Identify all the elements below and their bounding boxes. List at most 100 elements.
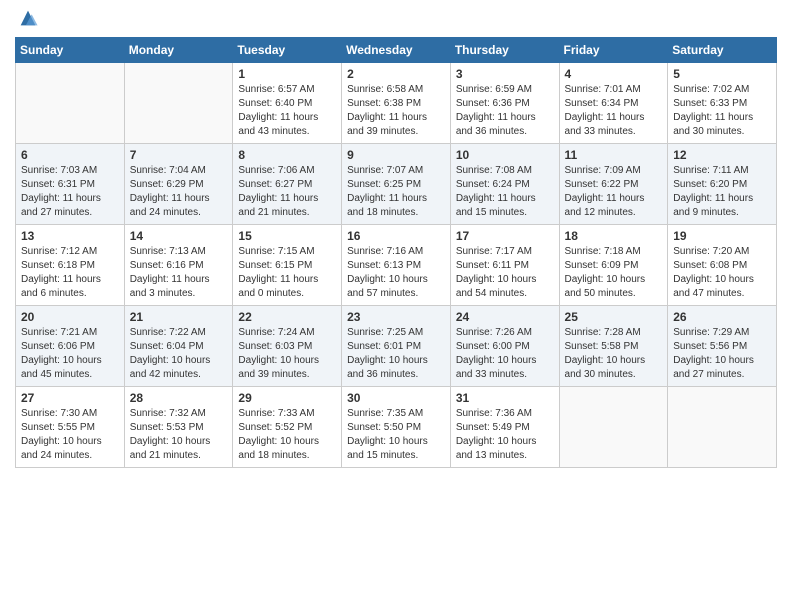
calendar-cell: 15Sunrise: 7:15 AMSunset: 6:15 PMDayligh… <box>233 225 342 306</box>
sunrise: Sunrise: 7:17 AM <box>456 246 532 257</box>
day-number: 13 <box>21 229 119 243</box>
day-number: 27 <box>21 391 119 405</box>
daylight-minutes: and 27 minutes. <box>21 207 92 218</box>
daylight-hours: Daylight: 11 hours <box>347 193 427 204</box>
sunrise: Sunrise: 7:12 AM <box>21 246 97 257</box>
day-number: 3 <box>456 67 554 81</box>
daylight-minutes: and 15 minutes. <box>456 207 527 218</box>
day-number: 9 <box>347 148 445 162</box>
day-number: 5 <box>673 67 771 81</box>
calendar-cell <box>124 63 233 144</box>
daylight-hours: Daylight: 11 hours <box>347 112 427 123</box>
daylight-minutes: and 15 minutes. <box>347 450 418 461</box>
daylight-hours: Daylight: 10 hours <box>130 436 211 447</box>
calendar-header-friday: Friday <box>559 38 668 63</box>
day-info: Sunrise: 7:01 AMSunset: 6:34 PMDaylight:… <box>565 83 663 139</box>
sunrise: Sunrise: 7:30 AM <box>21 408 97 419</box>
daylight-hours: Daylight: 11 hours <box>238 274 318 285</box>
day-number: 18 <box>565 229 663 243</box>
daylight-hours: Daylight: 10 hours <box>347 355 428 366</box>
day-info: Sunrise: 7:07 AMSunset: 6:25 PMDaylight:… <box>347 164 445 220</box>
day-info: Sunrise: 7:18 AMSunset: 6:09 PMDaylight:… <box>565 245 663 301</box>
daylight-minutes: and 54 minutes. <box>456 288 527 299</box>
calendar-cell: 27Sunrise: 7:30 AMSunset: 5:55 PMDayligh… <box>16 387 125 468</box>
day-info: Sunrise: 7:21 AMSunset: 6:06 PMDaylight:… <box>21 326 119 382</box>
day-info: Sunrise: 6:59 AMSunset: 6:36 PMDaylight:… <box>456 83 554 139</box>
sunset: Sunset: 5:49 PM <box>456 422 530 433</box>
sunrise: Sunrise: 7:20 AM <box>673 246 749 257</box>
calendar-week-row: 1Sunrise: 6:57 AMSunset: 6:40 PMDaylight… <box>16 63 777 144</box>
daylight-minutes: and 30 minutes. <box>673 126 744 137</box>
page-header <box>15 10 777 29</box>
calendar-cell: 30Sunrise: 7:35 AMSunset: 5:50 PMDayligh… <box>342 387 451 468</box>
day-info: Sunrise: 7:26 AMSunset: 6:00 PMDaylight:… <box>456 326 554 382</box>
sunset: Sunset: 6:24 PM <box>456 179 530 190</box>
day-number: 20 <box>21 310 119 324</box>
calendar-cell: 18 Sunrise: 7:18 AMSunset: 6:09 PMDayligh… <box>559 225 668 306</box>
daylight-hours: Daylight: 11 hours <box>456 112 536 123</box>
day-info: Sunrise: 7:04 AMSunset: 6:29 PMDaylight:… <box>130 164 228 220</box>
daylight-hours: Daylight: 11 hours <box>673 112 753 123</box>
calendar-cell: 22Sunrise: 7:24 AMSunset: 6:03 PMDayligh… <box>233 306 342 387</box>
day-info: Sunrise: 7:08 AMSunset: 6:24 PMDaylight:… <box>456 164 554 220</box>
day-number: 29 <box>238 391 336 405</box>
sunset: Sunset: 6:01 PM <box>347 341 421 352</box>
sunset: Sunset: 6:08 PM <box>673 260 747 271</box>
calendar-cell: 7 Sunrise: 7:04 AMSunset: 6:29 PMDaylight… <box>124 144 233 225</box>
day-info: Sunrise: 7:03 AMSunset: 6:31 PMDaylight:… <box>21 164 119 220</box>
calendar-cell: 28Sunrise: 7:32 AMSunset: 5:53 PMDayligh… <box>124 387 233 468</box>
daylight-minutes: and 42 minutes. <box>130 369 201 380</box>
calendar-header-tuesday: Tuesday <box>233 38 342 63</box>
calendar-cell <box>16 63 125 144</box>
daylight-hours: Daylight: 10 hours <box>673 274 754 285</box>
day-number: 2 <box>347 67 445 81</box>
calendar-week-row: 6Sunrise: 7:03 AMSunset: 6:31 PMDaylight… <box>16 144 777 225</box>
sunset: Sunset: 5:56 PM <box>673 341 747 352</box>
day-number: 17 <box>456 229 554 243</box>
calendar-cell: 17 Sunrise: 7:17 AM Sunset: 6:11 PM Dayligh… <box>450 225 559 306</box>
calendar-cell: 8Sunrise: 7:06 AMSunset: 6:27 PMDaylight… <box>233 144 342 225</box>
sunset: Sunset: 6:11 PM <box>456 260 529 271</box>
sunset: Sunset: 6:15 PM <box>238 260 312 271</box>
sunrise: Sunrise: 7:02 AM <box>673 84 749 95</box>
day-info: Sunrise: 7:16 AMSunset: 6:13 PMDaylight:… <box>347 245 445 301</box>
day-info: Sunrise: 7:20 AM Sunset: 6:08 PM Daylight:… <box>673 245 771 301</box>
calendar-cell: 3 Sunrise: 6:59 AMSunset: 6:36 PMDaylight… <box>450 63 559 144</box>
calendar-cell: 19 Sunrise: 7:20 AM Sunset: 6:08 PM Dayligh… <box>668 225 777 306</box>
day-number: 7 <box>130 148 228 162</box>
sunset: Sunset: 6:22 PM <box>565 179 639 190</box>
calendar-cell: 31Sunrise: 7:36 AMSunset: 5:49 PMDayligh… <box>450 387 559 468</box>
daylight-hours: Daylight: 10 hours <box>456 274 537 285</box>
daylight-minutes: and 27 minutes. <box>673 369 744 380</box>
sunset: Sunset: 6:40 PM <box>238 98 312 109</box>
day-info: Sunrise: 7:33 AMSunset: 5:52 PMDaylight:… <box>238 407 336 463</box>
calendar-header-sunday: Sunday <box>16 38 125 63</box>
daylight-hours: Daylight: 11 hours <box>456 193 536 204</box>
daylight-hours: Daylight: 10 hours <box>238 355 319 366</box>
day-number: 16 <box>347 229 445 243</box>
day-number: 23 <box>347 310 445 324</box>
daylight-hours: Daylight: 10 hours <box>21 436 102 447</box>
day-number: 26 <box>673 310 771 324</box>
calendar-week-row: 20 Sunrise: 7:21 AMSunset: 6:06 PMDayligh… <box>16 306 777 387</box>
day-number: 22 <box>238 310 336 324</box>
day-number: 19 <box>673 229 771 243</box>
calendar-header-row: SundayMondayTuesdayWednesdayThursdayFrid… <box>16 38 777 63</box>
daylight-hours: Daylight: 10 hours <box>130 355 211 366</box>
calendar-cell: 16 Sunrise: 7:16 AMSunset: 6:13 PMDayligh… <box>342 225 451 306</box>
calendar-cell <box>668 387 777 468</box>
calendar-cell: 23Sunrise: 7:25 AMSunset: 6:01 PMDayligh… <box>342 306 451 387</box>
calendar-cell: 13Sunrise: 7:12 AMSunset: 6:18 PMDayligh… <box>16 225 125 306</box>
day-number: 25 <box>565 310 663 324</box>
daylight-hours: Daylight: 11 hours <box>21 193 101 204</box>
calendar-cell: 20 Sunrise: 7:21 AMSunset: 6:06 PMDayligh… <box>16 306 125 387</box>
calendar-header-monday: Monday <box>124 38 233 63</box>
day-number: 1 <box>238 67 336 81</box>
calendar-cell: 1Sunrise: 6:57 AMSunset: 6:40 PMDaylight… <box>233 63 342 144</box>
calendar-header-saturday: Saturday <box>668 38 777 63</box>
sunset: Sunset: 5:53 PM <box>130 422 204 433</box>
sunrise: Sunrise: 7:11 AM <box>673 165 748 176</box>
sunrise: Sunrise: 6:59 AM <box>456 84 532 95</box>
daylight-hours: Daylight: 10 hours <box>347 436 428 447</box>
sunrise: Sunrise: 7:24 AM <box>238 327 314 338</box>
